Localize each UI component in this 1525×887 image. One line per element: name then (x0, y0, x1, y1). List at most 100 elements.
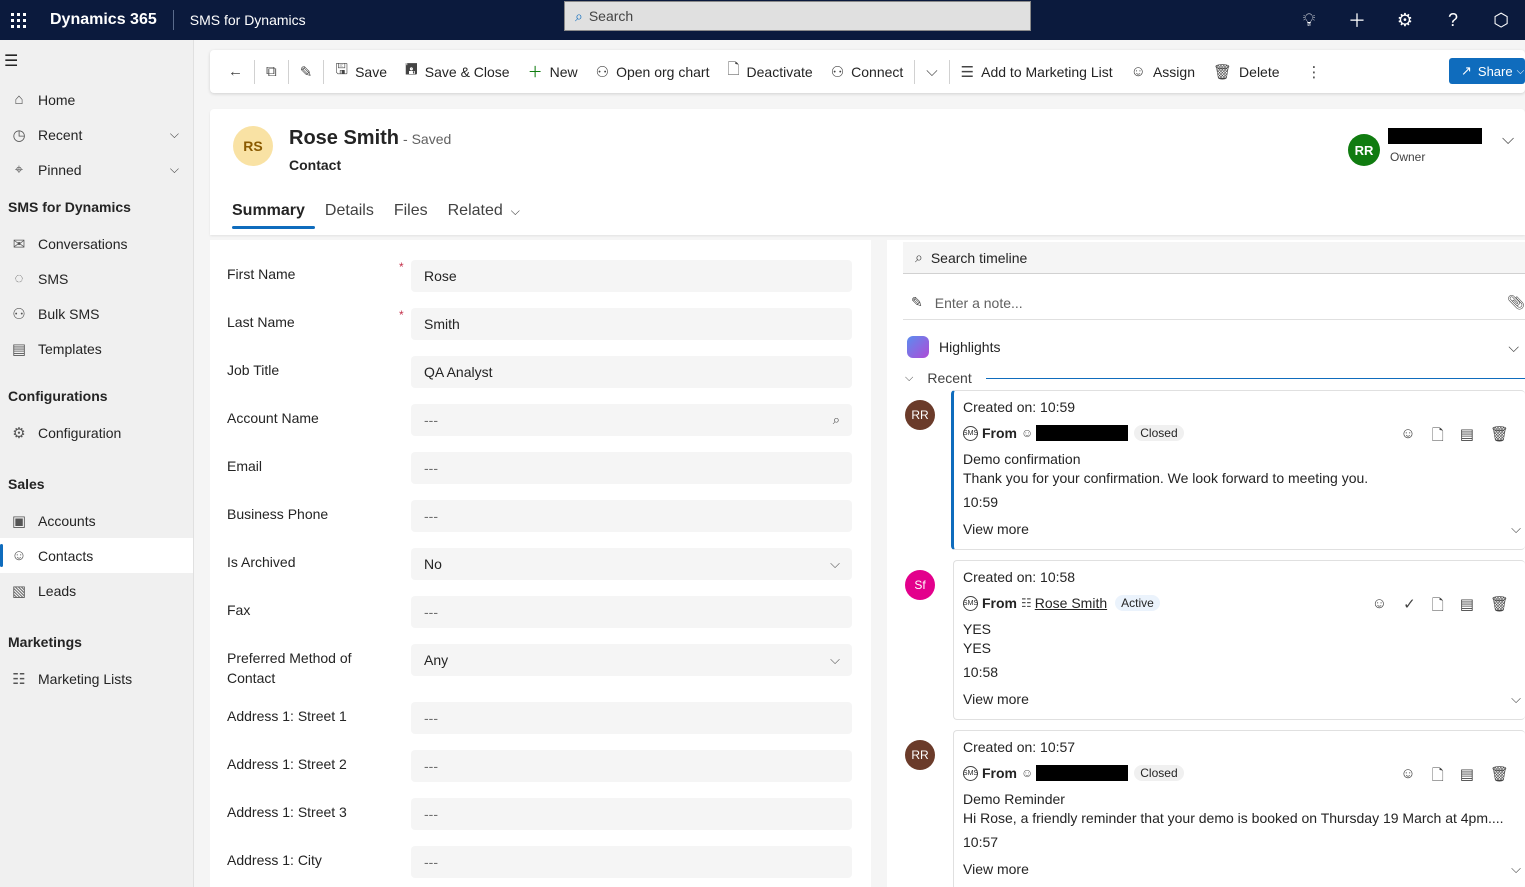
more-commands-button[interactable]: ⋮ (1289, 50, 1331, 93)
app-name[interactable]: SMS for Dynamics (190, 12, 306, 28)
sidebar-item-marketing-lists[interactable]: ☷ Marketing Lists (0, 661, 193, 696)
notes-icon[interactable]: ▤ (1460, 595, 1474, 620)
app-launcher-button[interactable] (0, 0, 36, 40)
first-name-input[interactable]: Rose (411, 260, 852, 292)
sidebar-item-label: Configuration (38, 424, 122, 441)
connect-button[interactable]: ⚇ Connect (822, 50, 913, 93)
chevron-down-icon[interactable]: ⌵ (1511, 521, 1521, 537)
tab-files[interactable]: Files (384, 193, 438, 229)
tab-related[interactable]: Related ⌵ (438, 193, 530, 229)
notes-icon[interactable]: ▤ (1460, 765, 1474, 790)
sidebar-item-contacts[interactable]: ☺ Contacts (0, 538, 193, 573)
checkmark-icon[interactable]: ✓ (1403, 595, 1416, 620)
save-button[interactable]: 🖫︎ Save (326, 50, 396, 93)
attachment-icon[interactable]: 📎︎ (1507, 294, 1525, 311)
fax-input[interactable]: --- (411, 596, 852, 628)
global-search-input[interactable]: ⌕ Search (564, 1, 1031, 31)
assign-icon[interactable]: ☺ (1400, 425, 1415, 450)
trash-icon[interactable]: 🗑︎ (1490, 595, 1509, 620)
tab-summary[interactable]: Summary (232, 193, 315, 229)
street-1-input[interactable]: --- (411, 702, 852, 734)
form-edit-button[interactable]: ✎ (291, 50, 322, 93)
chevron-down-icon[interactable]: ⌵ (170, 162, 179, 177)
city-input[interactable]: --- (411, 846, 852, 878)
org-chart-button[interactable]: ⚇ Open org chart (587, 50, 719, 93)
share-button[interactable]: ↗ Share ⌵ (1449, 58, 1525, 84)
clock-icon: ◷ (12, 126, 26, 144)
deactivate-button[interactable]: 🗋︎ Deactivate (718, 50, 821, 93)
help-icon[interactable]: ? (1429, 0, 1477, 40)
sidebar-item-leads[interactable]: ▧ Leads (0, 573, 193, 608)
sidebar-item-bulk-sms[interactable]: ⚇ Bulk SMS (0, 296, 193, 331)
highlights-section[interactable]: Highlights ⌵ (907, 332, 1525, 362)
view-more-link[interactable]: View more (963, 861, 1029, 877)
pin-icon: ⌖ (14, 161, 24, 178)
sender-redacted (1036, 425, 1129, 441)
tab-details[interactable]: Details (315, 193, 384, 229)
open-record-icon[interactable]: 🗋︎ (1432, 595, 1444, 620)
timeline-search-input[interactable]: ⌕ Search timeline (903, 242, 1525, 274)
owner-avatar[interactable]: RR (1348, 134, 1380, 166)
hamburger-icon[interactable]: ☰ (0, 40, 193, 82)
new-button[interactable]: ＋ New (519, 50, 587, 93)
assign-icon[interactable]: ☺ (1400, 765, 1415, 790)
record-title: Rose Smith - Saved (289, 127, 451, 150)
sidebar-item-home[interactable]: ⌂ Home (0, 82, 193, 117)
business-phone-input[interactable]: --- (411, 500, 852, 532)
gear-icon: ⚙ (12, 424, 26, 442)
job-title-input[interactable]: QA Analyst (411, 356, 852, 388)
timeline-card[interactable]: Created on: 10:57 SMS From ☺ Closed ☺ 🗋︎… (953, 730, 1525, 887)
sender-link[interactable]: Rose Smith (1035, 595, 1107, 611)
open-new-window-button[interactable]: ⧉ (257, 50, 286, 93)
field-job-title: Job Title QA Analyst (227, 356, 852, 404)
street-3-input[interactable]: --- (411, 798, 852, 830)
timeline-card[interactable]: Created on: 10:58 SMS From ☷ Rose Smith … (953, 560, 1525, 720)
account-name-lookup[interactable]: --- ⌕ (411, 404, 852, 436)
open-record-icon[interactable]: 🗋︎ (1432, 765, 1444, 790)
street-2-input[interactable]: --- (411, 750, 852, 782)
last-name-input[interactable]: Smith (411, 308, 852, 340)
notes-icon[interactable]: ▤ (1460, 425, 1474, 450)
is-archived-select[interactable]: No ⌵ (411, 548, 852, 580)
assign-button[interactable]: ☺ Assign (1122, 50, 1204, 93)
assign-icon: ☺ (1130, 63, 1146, 80)
share-label: Share (1477, 63, 1513, 79)
search-icon[interactable]: ⌕ (833, 412, 840, 428)
lightbulb-icon[interactable]: 💡︎ (1285, 0, 1333, 40)
view-more-link[interactable]: View more (963, 521, 1029, 537)
sidebar-item-configuration[interactable]: ⚙ Configuration (0, 415, 193, 450)
chevron-down-icon[interactable]: ⌵ (170, 127, 179, 142)
recent-group-header[interactable]: ⌵ Recent (905, 368, 1525, 388)
sidebar-item-accounts[interactable]: ▣ Accounts (0, 503, 193, 538)
gear-icon[interactable]: ⚙ (1381, 0, 1429, 40)
save-close-button[interactable]: 🖪︎ Save & Close (396, 50, 519, 93)
chevron-down-icon[interactable]: ⌵ (1502, 131, 1514, 149)
open-record-icon[interactable]: 🗋︎ (1432, 425, 1444, 450)
sidebar-item-conversations[interactable]: ✉ Conversations (0, 226, 193, 261)
view-more-link[interactable]: View more (963, 691, 1029, 707)
assign-icon[interactable]: ☺ (1372, 595, 1387, 620)
connect-dropdown-button[interactable]: ⌵ (917, 50, 946, 93)
sidebar-item-sms[interactable]: ◌ SMS (0, 261, 193, 296)
add-marketing-list-button[interactable]: ☰ Add to Marketing List (952, 50, 1122, 93)
trash-icon[interactable]: 🗑︎ (1490, 765, 1509, 790)
field-street-3: Address 1: Street 3 --- (227, 798, 852, 846)
sidebar-item-recent[interactable]: ◷ Recent ⌵ (0, 117, 193, 152)
trash-icon[interactable]: 🗑︎ (1490, 425, 1509, 450)
delete-button[interactable]: 🗑︎ Delete (1204, 50, 1289, 93)
email-field[interactable]: --- (411, 452, 852, 484)
timeline-card[interactable]: Created on: 10:59 SMS From ☺ Closed ☺ 🗋︎… (951, 390, 1525, 550)
chevron-down-icon[interactable]: ⌵ (1511, 861, 1521, 877)
chevron-down-icon[interactable]: ⌵ (1508, 339, 1519, 356)
back-button[interactable]: ← (210, 50, 252, 93)
created-on: Created on: 10:57 (963, 739, 1076, 755)
chevron-down-icon[interactable]: ⌵ (1511, 691, 1521, 707)
plus-icon[interactable]: ＋ (1333, 0, 1381, 40)
sidebar-item-templates[interactable]: ▤ Templates (0, 331, 193, 366)
owner-name-redacted[interactable] (1388, 128, 1482, 144)
preferred-contact-select[interactable]: Any ⌵ (411, 644, 852, 676)
sidebar-item-pinned[interactable]: ⌖ Pinned ⌵ (0, 152, 193, 187)
note-input[interactable]: ✎ Enter a note... 📎︎ (903, 286, 1525, 320)
copilot-icon[interactable]: ⬡ (1477, 0, 1525, 40)
brand-title[interactable]: Dynamics 365 (50, 11, 157, 29)
